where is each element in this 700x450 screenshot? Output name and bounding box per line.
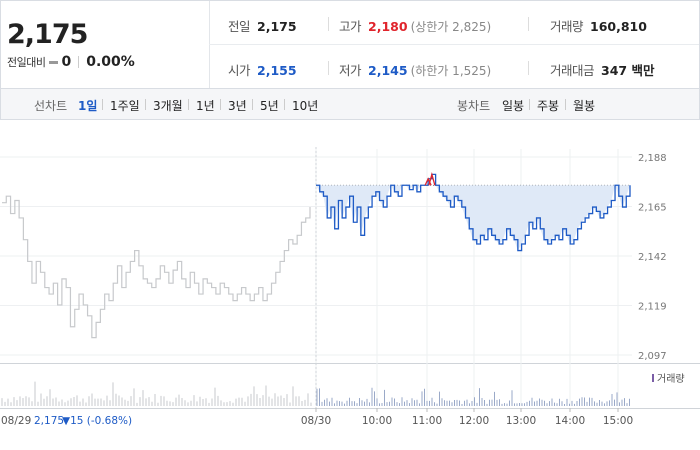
change-label: 전일대비 [7, 56, 46, 69]
field-label: 저가 [339, 63, 362, 78]
field-open: 시가 2,155 [228, 60, 297, 79]
quote-summary: 2,175 전일대비 0 0.00% [1, 1, 210, 89]
tab-5year[interactable]: 5년 [260, 97, 279, 114]
field-value: 2,155 [257, 63, 297, 78]
field-label: 고가 [339, 19, 362, 34]
quote-grid-divider [209, 44, 699, 45]
field-value: 2,180 [368, 19, 408, 34]
tab-1day[interactable]: 1일 [78, 97, 97, 114]
field-trading-value: 거래대금 347 백만 [550, 60, 654, 79]
divider [284, 99, 285, 110]
field-label: 시가 [228, 63, 251, 78]
x-tick-label: 08/30 [301, 415, 331, 427]
divider [220, 99, 221, 110]
change-percent: 0.00% [86, 54, 135, 70]
divider [145, 99, 146, 110]
divider [528, 17, 529, 31]
x-tick-label: 15:00 [603, 415, 633, 427]
field-sub: (상한가 2,825) [410, 20, 492, 34]
field-label: 거래대금 [550, 63, 595, 78]
flat-icon [49, 60, 59, 64]
divider [529, 99, 530, 110]
field-high: 고가 2,180 (상한가 2,825) [339, 16, 491, 35]
x-tick-label: 11:00 [412, 415, 442, 427]
field-label: 전일 [228, 19, 251, 34]
divider [78, 56, 80, 68]
divider [328, 17, 329, 31]
tab-1year[interactable]: 1년 [196, 97, 215, 114]
field-prev-close: 전일 2,175 [228, 16, 297, 35]
field-value: 2,145 [368, 63, 408, 78]
divider [252, 99, 253, 110]
field-value: 160,810 [590, 19, 647, 34]
field-sub: (하한가 1,525) [410, 64, 492, 78]
divider [528, 61, 529, 75]
tab-3year[interactable]: 3년 [228, 97, 247, 114]
below-reference-area [316, 185, 630, 251]
y-tick-label: 2,188 [638, 153, 667, 164]
y-tick-label: 2,097 [638, 351, 667, 362]
field-label: 거래량 [550, 19, 584, 34]
y-tick-label: 2,119 [638, 302, 667, 313]
tab-daily-candle[interactable]: 일봉 [502, 97, 524, 114]
x-tick-label: 13:00 [506, 415, 536, 427]
x-tick-label: 12:00 [459, 415, 489, 427]
divider [102, 99, 103, 110]
change-row: 전일대비 0 0.00% [7, 54, 135, 70]
divider [565, 99, 566, 110]
tab-weekly-candle[interactable]: 주봉 [537, 97, 559, 114]
change-value: 0 [61, 54, 72, 70]
field-volume: 거래량 160,810 [550, 16, 647, 35]
tab-monthly-candle[interactable]: 월봉 [573, 97, 595, 114]
field-low: 저가 2,145 (하한가 1,525) [339, 60, 491, 79]
tab-10year[interactable]: 10년 [292, 97, 318, 114]
y-tick-label: 2,165 [638, 203, 667, 214]
previous-close-label: 2,175 [34, 415, 64, 427]
field-value: 347 백만 [601, 63, 655, 78]
previous-date-label: 08/29 [1, 415, 31, 427]
previous-change-label: ▼15 (-0.68%) [62, 415, 132, 427]
x-tick-label: 14:00 [555, 415, 585, 427]
y-tick-label: 2,142 [638, 252, 667, 263]
volume-legend-swatch [652, 374, 654, 382]
chart-period-tabs: 선차트 1일 1주일 3개월 1년 3년 5년 10년 봉차트 일봉 주봉 월봉 [0, 88, 700, 120]
candle-chart-label: 봉차트 [457, 99, 491, 113]
x-tick-label: 10:00 [362, 415, 392, 427]
tab-1week[interactable]: 1주일 [110, 97, 140, 114]
divider [188, 99, 189, 110]
price-chart: 2,188 2,165 2,142 2,119 2,097 거래량 08/29 2,175▼1… [0, 119, 700, 427]
divider [328, 61, 329, 75]
field-value: 2,175 [257, 19, 297, 34]
series-previous-day [2, 195, 311, 339]
line-chart-label: 선차트 [34, 99, 68, 113]
volume-legend-label: 거래량 [657, 373, 685, 385]
current-price: 2,175 [7, 19, 88, 50]
tab-3month[interactable]: 3개월 [153, 97, 183, 114]
series-above-reference [428, 171, 436, 186]
